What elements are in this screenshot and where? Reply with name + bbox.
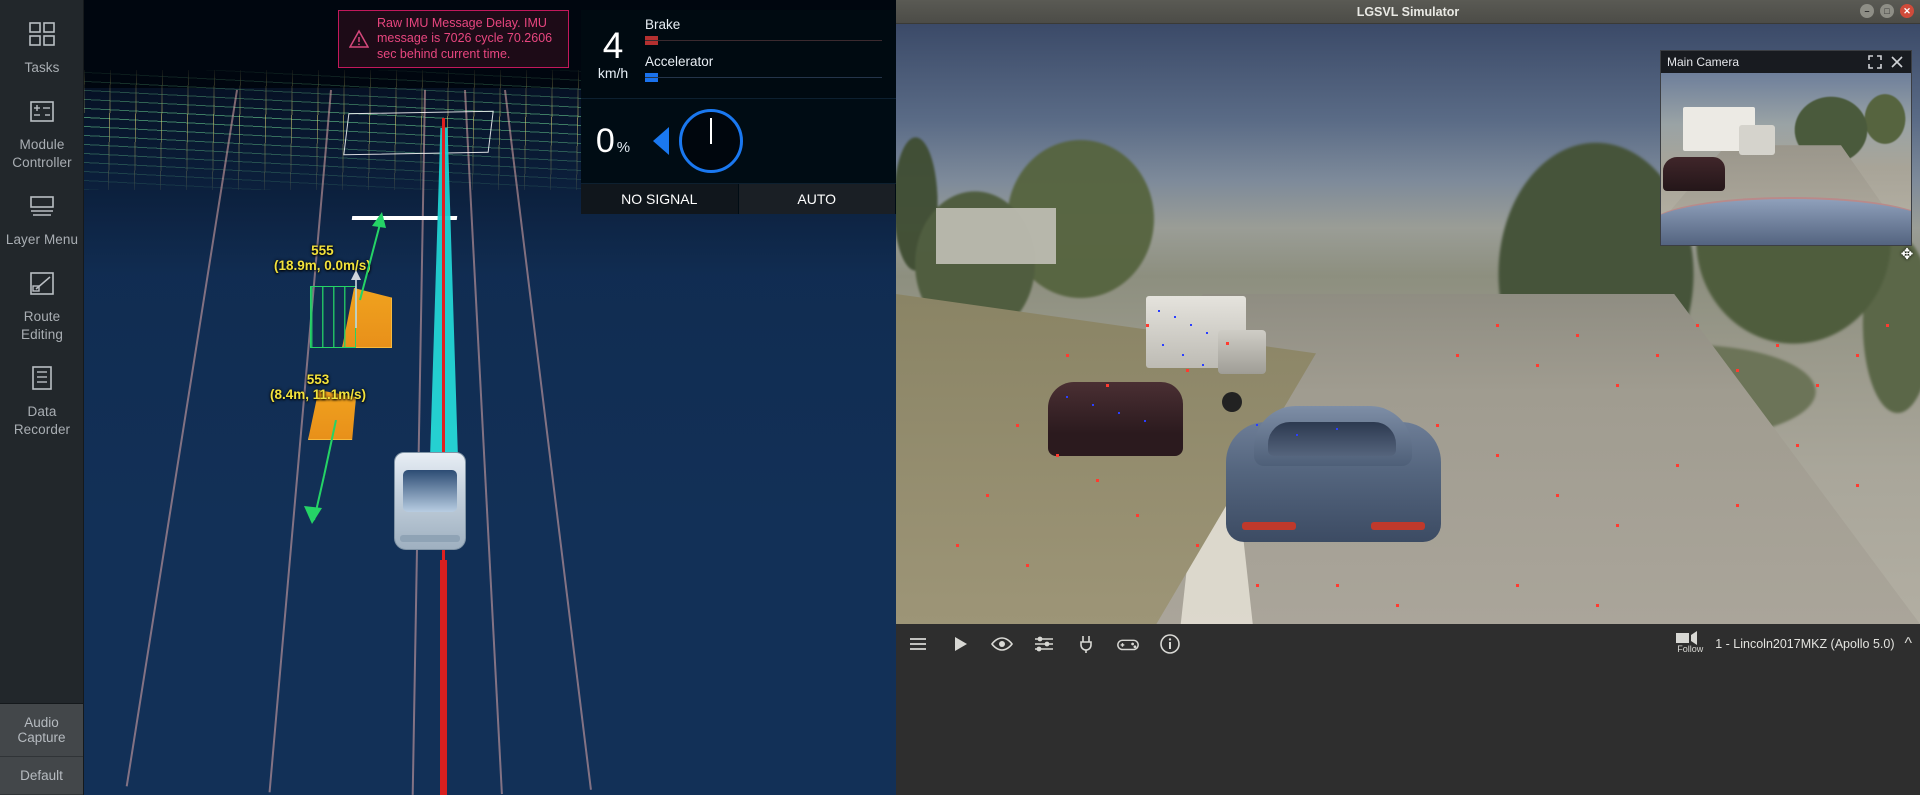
steering-wheel-icon	[679, 109, 743, 173]
toolbar-buttons: Follow 1 - Lincoln2017MKZ (Apollo 5.0) ^	[896, 624, 1920, 664]
ego-vehicle	[394, 452, 466, 550]
sidebar-item-tasks[interactable]: Tasks	[0, 6, 84, 83]
ego-vehicle-sim	[1226, 396, 1441, 566]
throttle-value: 0	[595, 122, 615, 160]
record-icon	[20, 360, 64, 398]
simulator-title-bar[interactable]: LGSVL Simulator – □ ✕	[896, 0, 1920, 24]
sidebar-item-data-recorder[interactable]: Data Recorder	[0, 350, 84, 445]
brake-gauge: Brake	[645, 17, 882, 45]
accelerator-label: Accelerator	[645, 54, 714, 69]
sidebar-items: Tasks Module Controller Layer Menu Route…	[0, 0, 83, 703]
main-camera-feed	[1661, 73, 1911, 245]
minimize-button[interactable]: –	[1860, 4, 1874, 18]
camera-mode-label: Follow	[1677, 644, 1704, 654]
layers-icon	[20, 188, 64, 226]
ego-hood	[1661, 197, 1911, 245]
sliders-icon[interactable]	[1032, 632, 1056, 656]
apollo-dreamview-panel: Tasks Module Controller Layer Menu Route…	[0, 0, 896, 795]
obstacle-id: 553	[306, 372, 330, 387]
npc-car	[1048, 382, 1183, 456]
sidebar-item-label: Module Controller	[12, 137, 72, 170]
main-camera-panel[interactable]: Main Camera	[1660, 50, 1912, 246]
speed-readout: 4 km/h	[581, 25, 645, 82]
window-controls: – □ ✕	[1860, 4, 1914, 18]
chevron-up-icon[interactable]: ^	[1904, 635, 1912, 653]
ego-rear-window	[1268, 422, 1396, 456]
dashboard-status-buttons: NO SIGNAL AUTO	[581, 184, 896, 214]
auto-mode-button[interactable]: AUTO	[738, 184, 896, 214]
main-camera-title: Main Camera	[1667, 55, 1740, 69]
speed-unit: km/h	[597, 65, 629, 81]
move-handle-icon[interactable]: ✥	[1898, 246, 1916, 264]
dashboard-speed-row: 4 km/h Brake Accelerator	[581, 10, 896, 99]
route-icon	[20, 265, 64, 303]
sidebar-item-label: Route Editing	[21, 309, 63, 342]
dashboard-steering-row: 0%	[581, 99, 896, 184]
sidebar-item-route-editing[interactable]: Route Editing	[0, 255, 84, 350]
sidebar-item-module-controller[interactable]: Module Controller	[0, 83, 84, 178]
grid-icon	[20, 16, 64, 54]
toolbar-right-group: Follow 1 - Lincoln2017MKZ (Apollo 5.0) ^	[1675, 624, 1912, 664]
brake-track	[645, 36, 882, 45]
lgsvl-simulator-window: LGSVL Simulator – □ ✕ Main Camera ✥ Foll…	[896, 0, 1920, 795]
play-icon[interactable]	[948, 632, 972, 656]
camera-follow-icon[interactable]: Follow	[1675, 630, 1705, 658]
prediction-arrow	[302, 420, 358, 525]
throttle-readout: 0%	[581, 124, 645, 158]
close-button[interactable]: ✕	[1900, 4, 1914, 18]
truck-cab	[1739, 125, 1775, 155]
turn-left-icon	[653, 127, 669, 155]
screen-root: Tasks Module Controller Layer Menu Route…	[0, 0, 1920, 795]
brake-marker	[645, 36, 658, 45]
vehicle-label: 1 - Lincoln2017MKZ (Apollo 5.0)	[1715, 637, 1895, 651]
module-icon	[20, 93, 64, 131]
simulator-3d-viewport[interactable]: Main Camera ✥	[896, 24, 1920, 624]
prediction-arrow	[350, 212, 394, 302]
sidebar: Tasks Module Controller Layer Menu Route…	[0, 0, 84, 795]
steering-needle	[710, 118, 712, 144]
eye-icon[interactable]	[990, 632, 1014, 656]
ego-windshield	[403, 470, 457, 512]
sidebar-item-layer-menu[interactable]: Layer Menu	[0, 178, 84, 255]
no-signal-button[interactable]: NO SIGNAL	[581, 184, 739, 214]
sidebar-item-label: Tasks	[24, 60, 60, 75]
info-icon[interactable]	[1158, 632, 1182, 656]
warning-triangle-icon	[349, 29, 369, 49]
brake-label: Brake	[645, 17, 681, 32]
ego-bumper	[400, 535, 460, 542]
toolbar-expanded-area	[896, 664, 1920, 795]
warning-text: Raw IMU Message Delay. IMU message is 70…	[377, 16, 553, 61]
sidebar-item-default[interactable]: Default	[0, 757, 83, 795]
dashboard-panel: 4 km/h Brake Accelerator 0 % NO SIGNAL A…	[581, 10, 896, 214]
gamepad-icon[interactable]	[1116, 632, 1140, 656]
speed-value: 4	[602, 25, 624, 66]
ego-taillight	[1371, 522, 1425, 530]
sidebar-bottom: Audio Capture Default	[0, 703, 83, 795]
reference-line	[440, 560, 447, 795]
truck-cab	[1218, 330, 1266, 374]
accelerator-marker	[645, 73, 658, 82]
main-camera-header: Main Camera	[1661, 51, 1911, 73]
hamburger-icon[interactable]	[906, 632, 930, 656]
crosswalk	[343, 110, 494, 156]
maximize-button[interactable]: □	[1880, 4, 1894, 18]
npc-car	[1663, 157, 1725, 191]
simulator-bottom-toolbar: Follow 1 - Lincoln2017MKZ (Apollo 5.0) ^	[896, 624, 1920, 795]
window-title: LGSVL Simulator	[1356, 4, 1460, 19]
obstacle-info: (8.4m, 11.1m/s)	[270, 387, 367, 402]
accelerator-gauge: Accelerator	[645, 54, 882, 82]
sidebar-item-label: Layer Menu	[5, 232, 79, 247]
monitor-warning-message: Raw IMU Message Delay. IMU message is 70…	[338, 10, 569, 68]
sidebar-item-label: Data Recorder	[13, 404, 71, 437]
plug-icon[interactable]	[1074, 632, 1098, 656]
building	[936, 208, 1056, 264]
sidebar-item-audio-capture[interactable]: Audio Capture	[0, 704, 83, 757]
pedal-gauges: Brake Accelerator	[645, 17, 896, 91]
ego-taillight	[1242, 522, 1296, 530]
close-icon[interactable]	[1889, 54, 1905, 70]
obstacle-label: 553 (8.4m, 11.1m/s)	[270, 372, 366, 402]
accelerator-track	[645, 73, 882, 82]
expand-icon[interactable]	[1867, 54, 1883, 70]
throttle-unit: %	[616, 139, 631, 156]
